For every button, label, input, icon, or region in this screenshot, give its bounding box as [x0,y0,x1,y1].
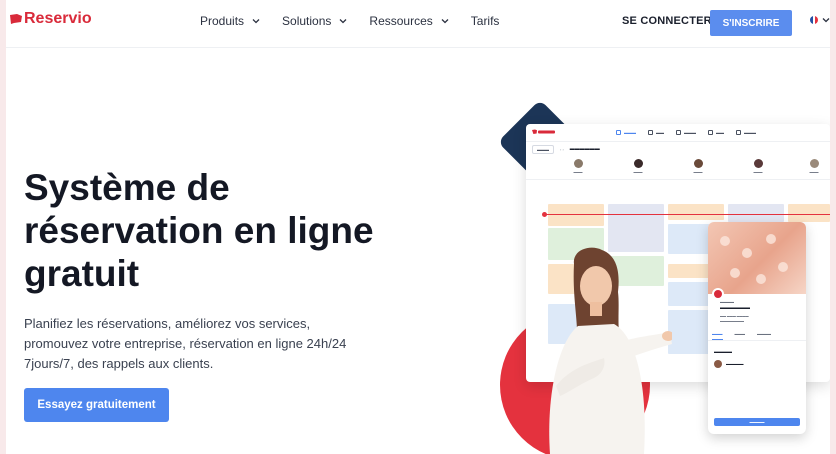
hero-title-line: Système de [24,167,230,208]
top-navbar: Reservio Produits Solutions Ressources T… [6,0,830,48]
hero-description-line: 7jours/7, des rappels aux clients. [24,356,214,371]
nav-item-label: Tarifs [470,14,500,28]
appointment-block [668,204,724,220]
salon-type-placeholder: ▬▬▬▬ [720,300,734,304]
app-staff: ▬▬▬ [618,159,658,174]
nav-item-label: Ressources [369,14,433,28]
app-date-placeholder: ▬▬▬▬▬▬ [569,146,600,152]
app-logo-image [532,129,555,134]
app-datebar: ▬▬▬ ‹ › ▬▬▬▬▬▬ [526,142,830,156]
hero-description-line: promouvez votre entreprise, réservation … [24,336,347,351]
salon-logo-image [712,288,724,300]
app-tab: ▬▬▬ [736,130,756,135]
app-today-button: ▬▬▬ [532,144,554,154]
nav-item-produits[interactable]: Produits [200,14,260,28]
brand-name: Reservio [24,10,92,27]
chevron-down-icon [252,19,260,24]
hero-description-line: Planifiez les réservations, améliorez vo… [24,316,311,331]
page: Reservio Produits Solutions Ressources T… [6,0,830,454]
app-staff: ▬▬▬ [738,159,778,174]
nav-item-tarifs[interactable]: Tarifs [471,14,500,28]
chevron-down-icon [822,18,830,23]
nav-item-label: Solutions [282,14,332,28]
app-topbar: ▬▬▬ ▬▬ ▬▬▬ ▬▬ ▬▬▬ [526,124,830,142]
try-free-button[interactable]: Essayez gratuitement [24,388,169,422]
current-time-dot [542,212,547,217]
nav-item-solutions[interactable]: Solutions [282,14,347,28]
chevron-down-icon [339,19,347,24]
mobile-app-preview: ▬▬▬▬ ▬▬▬▬▬▬ ▬▬ ▬▬▬ ▬▬▬▬ ▬▬▬▬▬▬▬▬ ▬▬▬ ▬▬▬ ▬▬… [708,222,806,434]
app-staff: ▬▬▬ [558,159,598,174]
appointment-block [608,204,664,252]
app-nav-arrows: ‹ › [560,146,564,152]
app-tab: ▬▬▬ [616,130,636,135]
hero-title: Système de réservation en ligne gratuit [24,166,404,295]
salon-photo [708,222,806,294]
nav-item-label: Produits [200,14,245,28]
appointment-block [728,204,784,222]
app-tab: ▬▬ [648,130,664,135]
language-selector[interactable] [810,16,830,24]
salon-meta-placeholder: ▬▬ ▬▬▬ ▬▬▬▬ ▬▬▬▬▬▬▬▬ [720,314,749,323]
hero-title-line: gratuit [24,253,140,294]
woman-pointing-image [549,247,672,454]
main-menu: Produits Solutions Ressources Tarifs [200,14,521,28]
signin-link[interactable]: SE CONNECTER [622,15,712,27]
hero-title-line: réservation en ligne [24,210,374,251]
app-tab: ▬▬▬ [676,130,696,135]
services-heading-placeholder: ▬▬▬▬ [714,349,732,354]
chevron-down-icon [441,19,449,24]
current-time-line [544,214,830,215]
salon-tabs: ▬▬▬ ▬▬▬ ▬▬▬▬ [708,332,806,341]
salon-name-placeholder: ▬▬▬▬▬▬ [720,305,750,311]
appointment-block [788,204,830,222]
signup-button[interactable]: S'INSCRIRE [710,10,792,36]
app-staff: ▬▬▬ [794,159,830,174]
app-tabs: ▬▬▬ ▬▬ ▬▬▬ ▬▬ ▬▬▬ [616,130,768,135]
reservio-logo[interactable]: Reservio [10,10,92,28]
appointment-block [548,204,604,226]
hero-description: Planifiez les réservations, améliorez vo… [24,314,394,374]
french-flag-icon [810,16,818,24]
app-staff-row: ▬▬▬ ▬▬▬ ▬▬▬ ▬▬▬ ▬▬▬ [526,156,830,180]
service-item: ▬▬▬▬▬ [714,360,806,368]
logo-flag-icon [10,14,22,24]
nav-item-ressources[interactable]: Ressources [369,14,449,28]
hero-illustration: ▬▬▬ ▬▬ ▬▬▬ ▬▬ ▬▬▬ ▬▬▬ ‹ › ▬▬▬▬▬▬ ▬▬▬ ▬▬▬… [494,99,830,454]
app-tab: ▬▬ [708,130,724,135]
book-button-image: ▬▬▬▬▬ [714,418,800,426]
app-staff: ▬▬▬ [678,159,718,174]
